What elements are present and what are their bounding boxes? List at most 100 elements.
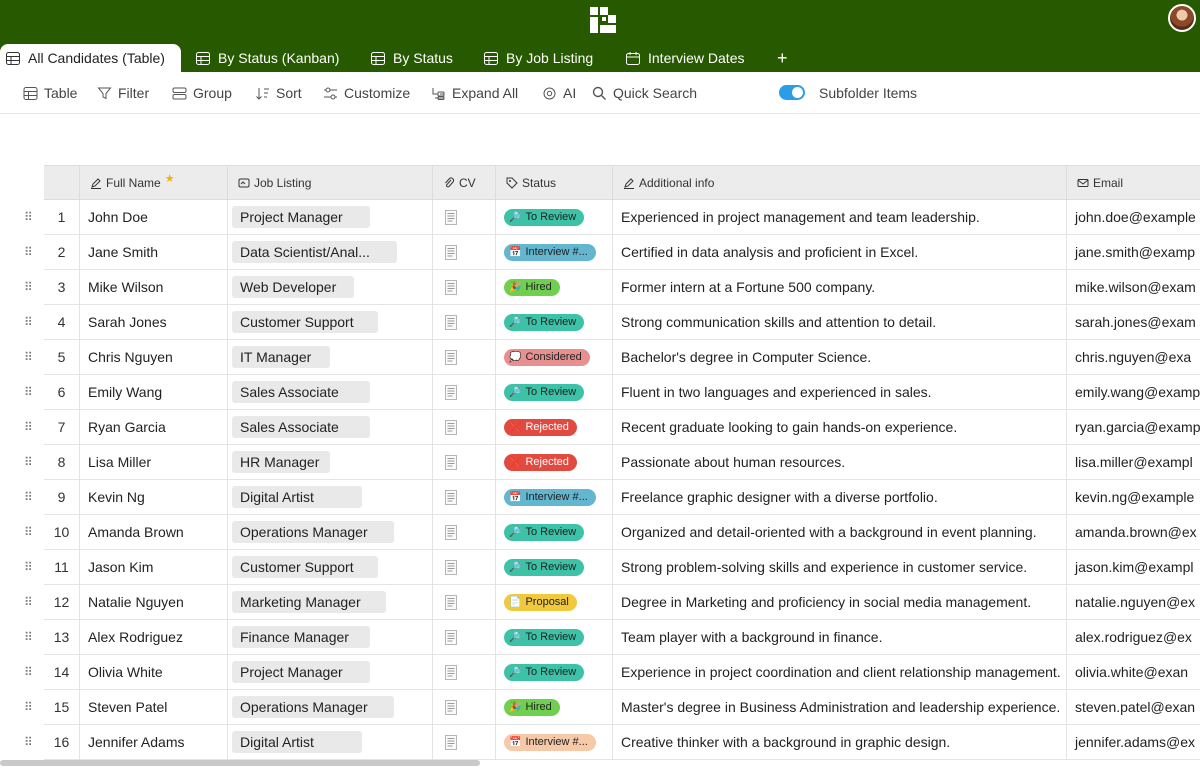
table-row[interactable]: ⠿ 11 Jason Kim Customer Support 🔎 To Rev… xyxy=(0,550,1200,585)
status-cell[interactable]: ❌ Rejected xyxy=(496,445,613,480)
email-cell[interactable]: lisa.miller@exampl xyxy=(1067,445,1200,480)
header-job-listing[interactable]: Job Listing xyxy=(228,166,433,199)
email-cell[interactable]: jennifer.adams@ex xyxy=(1067,725,1200,760)
status-badge[interactable]: 🔎 To Review xyxy=(504,383,585,401)
drag-handle-icon[interactable]: ⠿ xyxy=(24,700,36,714)
email-cell[interactable]: amanda.brown@ex xyxy=(1067,515,1200,550)
cv-cell[interactable] xyxy=(433,655,496,690)
job-listing-cell[interactable]: Project Manager xyxy=(228,200,433,235)
cv-cell[interactable] xyxy=(433,550,496,585)
header-additional-info[interactable]: Additional info xyxy=(613,166,1067,199)
job-listing-pill[interactable]: Customer Support xyxy=(232,311,378,333)
status-cell[interactable]: 🎉 Hired xyxy=(496,690,613,725)
status-cell[interactable]: 📅 Interview #... xyxy=(496,725,613,760)
job-listing-pill[interactable]: Sales Associate xyxy=(232,416,370,438)
additional-info-cell[interactable]: Team player with a background in finance… xyxy=(613,620,1067,655)
table-row[interactable]: ⠿ 14 Olivia White Project Manager 🔎 To R… xyxy=(0,655,1200,690)
drag-handle-icon[interactable]: ⠿ xyxy=(24,420,36,434)
job-listing-pill[interactable]: Marketing Manager xyxy=(232,591,386,613)
group-button[interactable]: Group xyxy=(172,84,232,102)
job-listing-cell[interactable]: Finance Manager xyxy=(228,620,433,655)
status-badge[interactable]: 🔎 To Review xyxy=(504,628,585,646)
document-icon[interactable] xyxy=(445,629,457,645)
status-badge[interactable]: 📅 Interview #... xyxy=(504,243,596,261)
cv-cell[interactable] xyxy=(433,200,496,235)
table-row[interactable]: ⠿ 9 Kevin Ng Digital Artist 📅 Interview … xyxy=(0,480,1200,515)
table-row[interactable]: ⠿ 5 Chris Nguyen IT Manager 💭 Considered xyxy=(0,340,1200,375)
full-name-cell[interactable]: Sarah Jones xyxy=(80,305,228,340)
status-badge[interactable]: 🎉 Hired xyxy=(504,278,560,296)
email-cell[interactable]: natalie.nguyen@ex xyxy=(1067,585,1200,620)
table-row[interactable]: ⠿ 10 Amanda Brown Operations Manager 🔎 T… xyxy=(0,515,1200,550)
status-cell[interactable]: ❌ Rejected xyxy=(496,410,613,445)
filter-button[interactable]: Filter xyxy=(97,84,149,102)
job-listing-pill[interactable]: Project Manager xyxy=(232,206,370,228)
status-badge[interactable]: ❌ Rejected xyxy=(504,453,577,471)
job-listing-pill[interactable]: Digital Artist xyxy=(232,731,362,753)
status-cell[interactable]: 🔎 To Review xyxy=(496,305,613,340)
document-icon[interactable] xyxy=(445,419,457,435)
job-listing-cell[interactable]: Project Manager xyxy=(228,655,433,690)
tab-by-status-kanban[interactable]: By Status (Kanban) xyxy=(196,44,339,72)
drag-handle-icon[interactable]: ⠿ xyxy=(24,455,36,469)
table-row[interactable]: ⠿ 7 Ryan Garcia Sales Associate ❌ Reject… xyxy=(0,410,1200,445)
user-avatar[interactable] xyxy=(1168,4,1196,32)
document-icon[interactable] xyxy=(445,349,457,365)
customize-button[interactable]: Customize xyxy=(323,84,410,102)
additional-info-cell[interactable]: Passionate about human resources. xyxy=(613,445,1067,480)
table-row[interactable]: ⠿ 6 Emily Wang Sales Associate 🔎 To Revi… xyxy=(0,375,1200,410)
table-row[interactable]: ⠿ 13 Alex Rodriguez Finance Manager 🔎 To… xyxy=(0,620,1200,655)
full-name-cell[interactable]: Jane Smith xyxy=(80,235,228,270)
additional-info-cell[interactable]: Former intern at a Fortune 500 company. xyxy=(613,270,1067,305)
job-listing-cell[interactable]: Customer Support xyxy=(228,550,433,585)
full-name-cell[interactable]: Kevin Ng xyxy=(80,480,228,515)
drag-handle-icon[interactable]: ⠿ xyxy=(24,315,36,329)
email-cell[interactable]: alex.rodriguez@ex xyxy=(1067,620,1200,655)
cv-cell[interactable] xyxy=(433,725,496,760)
add-tab-button[interactable]: + xyxy=(777,44,788,72)
sort-button[interactable]: Sort xyxy=(255,84,302,102)
table-row[interactable]: ⠿ 12 Natalie Nguyen Marketing Manager 📄 … xyxy=(0,585,1200,620)
cv-cell[interactable] xyxy=(433,270,496,305)
drag-handle-icon[interactable]: ⠿ xyxy=(24,490,36,504)
document-icon[interactable] xyxy=(445,454,457,470)
drag-handle-icon[interactable]: ⠿ xyxy=(24,735,36,749)
status-cell[interactable]: 🔎 To Review xyxy=(496,655,613,690)
cv-cell[interactable] xyxy=(433,305,496,340)
cv-cell[interactable] xyxy=(433,235,496,270)
status-cell[interactable]: 💭 Considered xyxy=(496,340,613,375)
document-icon[interactable] xyxy=(445,699,457,715)
document-icon[interactable] xyxy=(445,664,457,680)
job-listing-pill[interactable]: Web Developer xyxy=(232,276,354,298)
job-listing-pill[interactable]: Digital Artist xyxy=(232,486,362,508)
email-cell[interactable]: emily.wang@examp xyxy=(1067,375,1200,410)
expand-all-button[interactable]: Expand All xyxy=(431,84,518,102)
cv-cell[interactable] xyxy=(433,445,496,480)
document-icon[interactable] xyxy=(445,489,457,505)
status-badge[interactable]: 🔎 To Review xyxy=(504,558,585,576)
additional-info-cell[interactable]: Organized and detail-oriented with a bac… xyxy=(613,515,1067,550)
email-cell[interactable]: john.doe@example xyxy=(1067,200,1200,235)
cv-cell[interactable] xyxy=(433,480,496,515)
drag-handle-icon[interactable]: ⠿ xyxy=(24,280,36,294)
additional-info-cell[interactable]: Recent graduate looking to gain hands-on… xyxy=(613,410,1067,445)
email-cell[interactable]: steven.patel@exan xyxy=(1067,690,1200,725)
ai-button[interactable]: AI xyxy=(542,84,576,102)
cv-cell[interactable] xyxy=(433,410,496,445)
document-icon[interactable] xyxy=(445,314,457,330)
full-name-cell[interactable]: Natalie Nguyen xyxy=(80,585,228,620)
status-cell[interactable]: 🔎 To Review xyxy=(496,620,613,655)
additional-info-cell[interactable]: Experienced in project management and te… xyxy=(613,200,1067,235)
drag-handle-icon[interactable]: ⠿ xyxy=(24,350,36,364)
status-badge[interactable]: 💭 Considered xyxy=(504,348,590,366)
status-cell[interactable]: 🔎 To Review xyxy=(496,515,613,550)
job-listing-cell[interactable]: Marketing Manager xyxy=(228,585,433,620)
job-listing-pill[interactable]: Project Manager xyxy=(232,661,370,683)
status-cell[interactable]: 🔎 To Review xyxy=(496,200,613,235)
drag-handle-icon[interactable]: ⠿ xyxy=(24,665,36,679)
additional-info-cell[interactable]: Fluent in two languages and experienced … xyxy=(613,375,1067,410)
table-row[interactable]: ⠿ 1 John Doe Project Manager 🔎 To Review xyxy=(0,200,1200,235)
full-name-cell[interactable]: Ryan Garcia xyxy=(80,410,228,445)
table-row[interactable]: ⠿ 15 Steven Patel Operations Manager 🎉 H… xyxy=(0,690,1200,725)
job-listing-pill[interactable]: Operations Manager xyxy=(232,696,394,718)
